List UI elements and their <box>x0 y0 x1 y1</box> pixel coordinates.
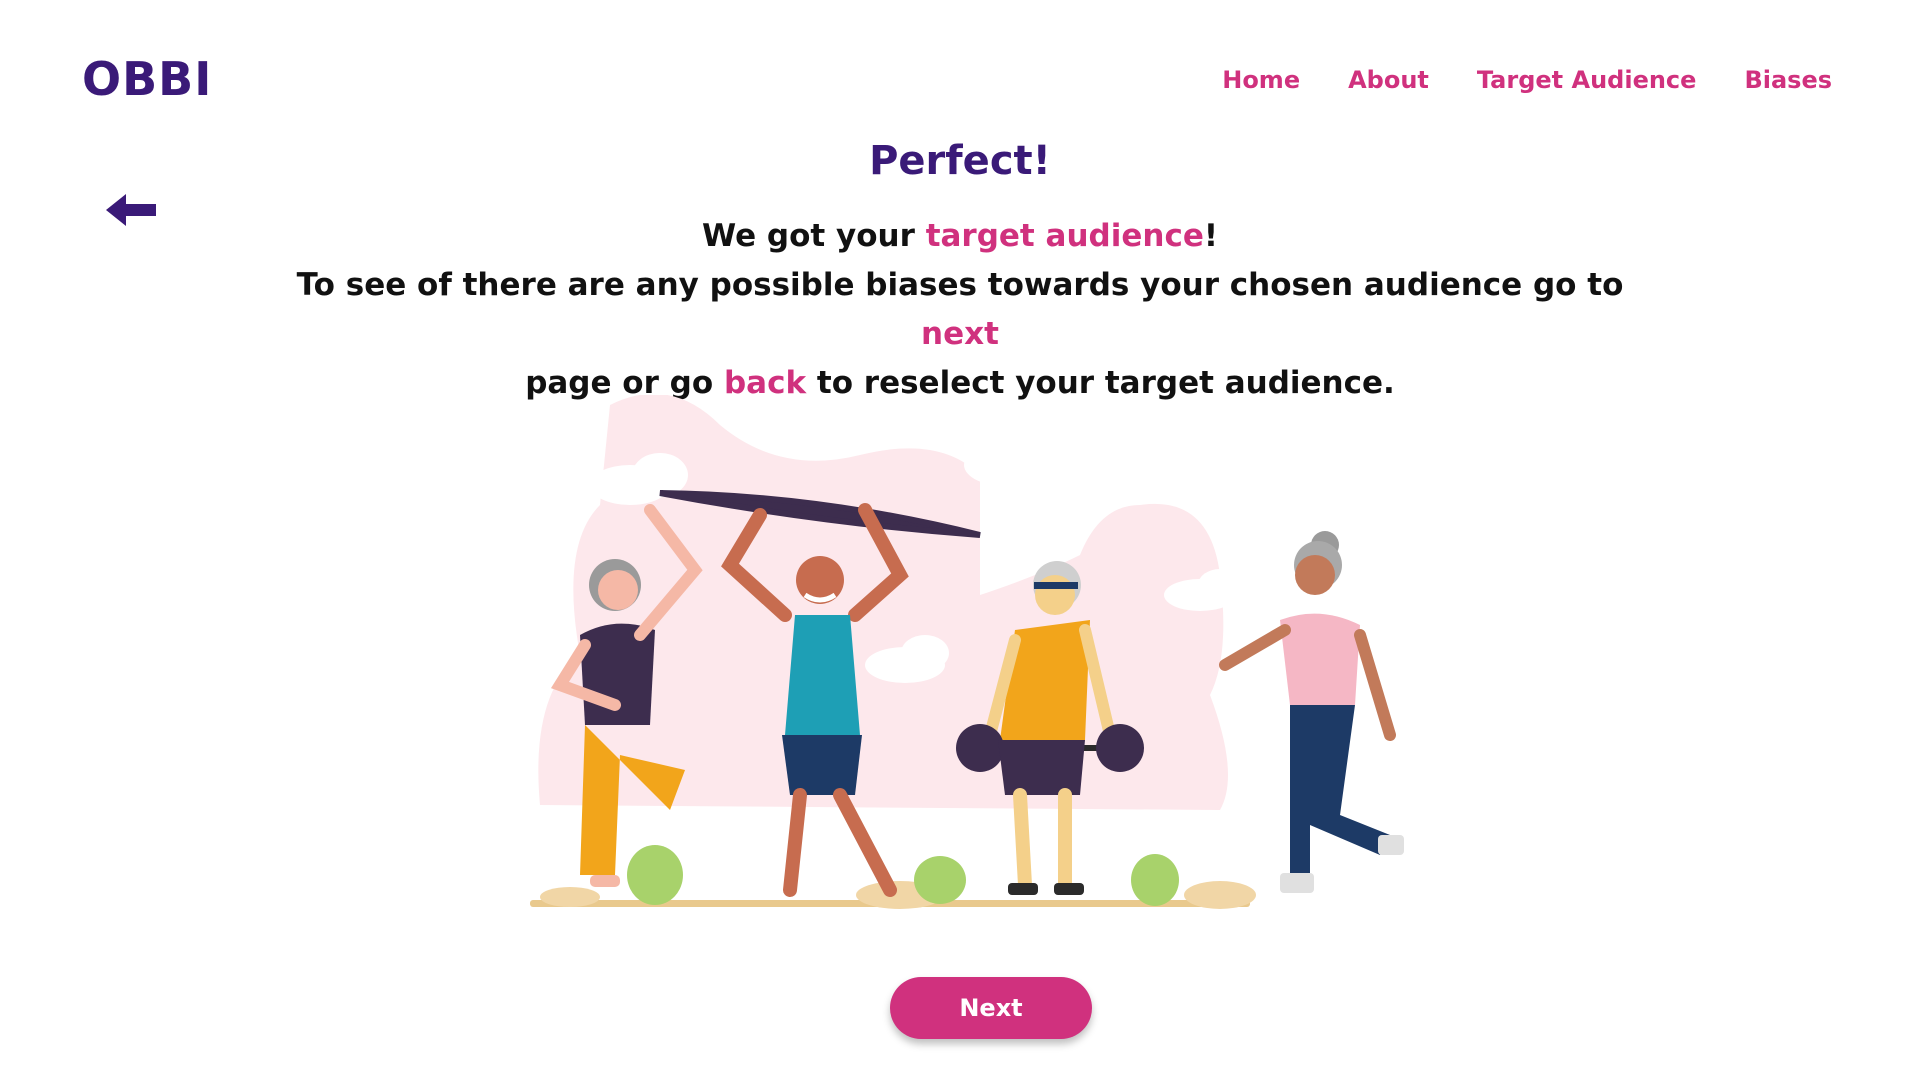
nav-biases[interactable]: Biases <box>1744 66 1832 94</box>
arrow-left-icon <box>106 194 156 226</box>
target-audience-highlight: target audience <box>925 218 1204 254</box>
message-text: We got your <box>702 218 926 254</box>
page-title: Perfect! <box>869 138 1051 184</box>
main-nav: Home About Target Audience Biases <box>1222 66 1832 94</box>
nav-home[interactable]: Home <box>1222 66 1300 94</box>
confirmation-message: We got your target audience! To see of t… <box>260 212 1660 408</box>
seniors-exercising-illustration <box>520 393 1420 915</box>
next-button[interactable]: Next <box>890 977 1092 1039</box>
nav-about[interactable]: About <box>1348 66 1429 94</box>
back-button[interactable] <box>106 190 158 230</box>
logo[interactable]: OBBI <box>82 52 212 106</box>
next-highlight: next <box>921 316 999 352</box>
message-text: ! <box>1203 218 1218 254</box>
message-text: To see of there are any possible biases … <box>296 267 1624 303</box>
nav-target-audience[interactable]: Target Audience <box>1477 66 1697 94</box>
